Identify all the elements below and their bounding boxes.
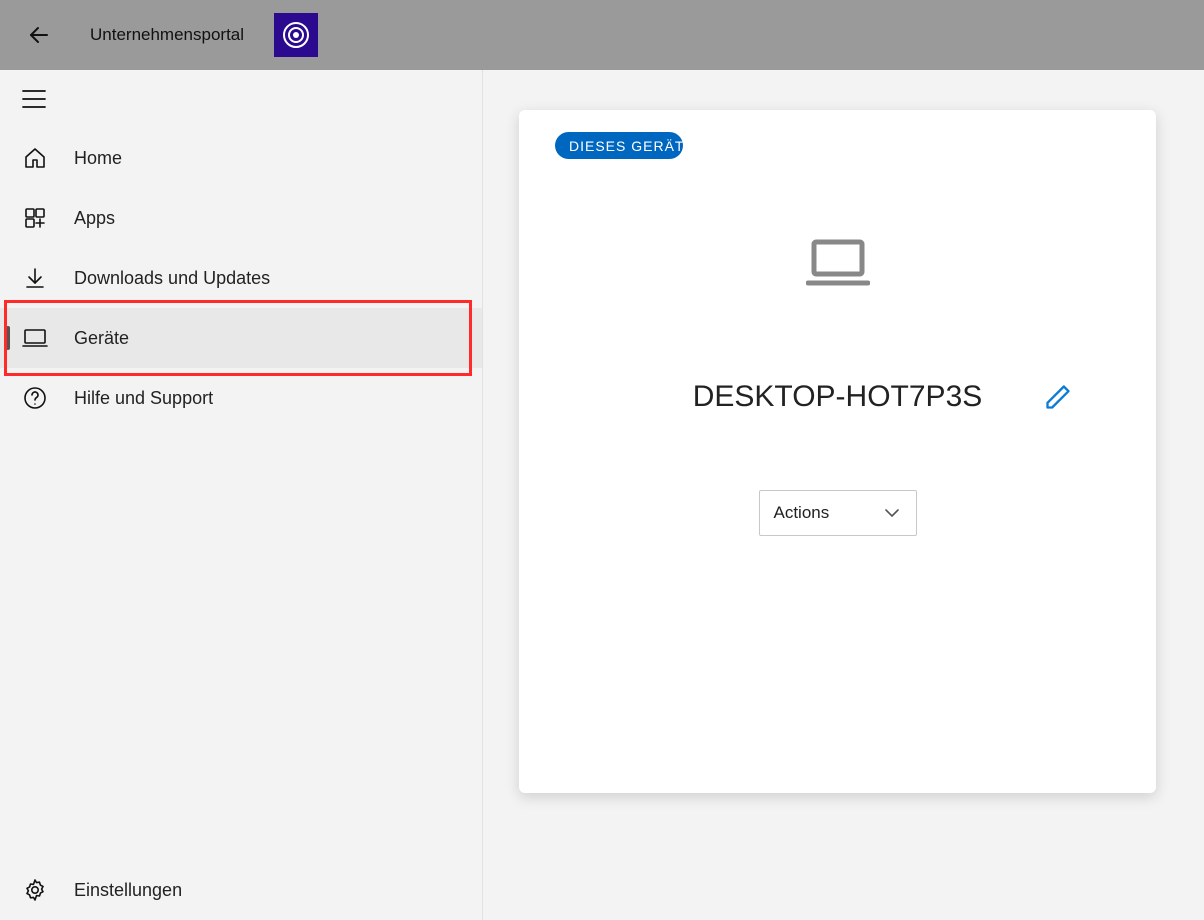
this-device-badge: DIESES GERÄT	[555, 132, 683, 159]
swirl-icon	[280, 19, 312, 51]
sidebar-item-help[interactable]: Hilfe und Support	[0, 368, 482, 428]
device-large-icon	[806, 238, 870, 288]
back-button[interactable]	[24, 20, 54, 50]
download-icon	[22, 265, 48, 291]
pencil-icon	[1044, 383, 1072, 411]
chevron-down-icon	[884, 508, 900, 518]
back-arrow-icon	[27, 23, 51, 47]
help-icon	[22, 385, 48, 411]
device-name: DESKTOP-HOT7P3S	[693, 380, 983, 414]
sidebar-item-label: Home	[74, 148, 122, 169]
hamburger-icon	[22, 90, 46, 108]
titlebar: Unternehmensportal	[0, 0, 1204, 70]
sidebar-item-apps[interactable]: Apps	[0, 188, 482, 248]
sidebar-item-label: Downloads und Updates	[74, 268, 270, 289]
sidebar-item-downloads[interactable]: Downloads und Updates	[0, 248, 482, 308]
main-content: DIESES GERÄT DESKTOP-HOT7P3S Actions	[483, 70, 1204, 920]
app-logo	[274, 13, 318, 57]
sidebar-item-settings[interactable]: Einstellungen	[0, 860, 482, 920]
sidebar-item-home[interactable]: Home	[0, 128, 482, 188]
hamburger-menu[interactable]	[0, 70, 482, 128]
sidebar-item-label: Hilfe und Support	[74, 388, 213, 409]
sidebar-item-devices[interactable]: Geräte	[0, 308, 482, 368]
device-icon	[22, 325, 48, 351]
device-card: DIESES GERÄT DESKTOP-HOT7P3S Actions	[519, 110, 1156, 793]
sidebar: Home Apps Downloads und Updates Geräte	[0, 70, 483, 920]
actions-label: Actions	[774, 503, 830, 523]
edit-device-name-button[interactable]	[1044, 383, 1072, 411]
sidebar-item-label: Apps	[74, 208, 115, 229]
sidebar-item-label: Einstellungen	[74, 880, 182, 901]
actions-dropdown[interactable]: Actions	[759, 490, 917, 536]
app-title: Unternehmensportal	[90, 25, 244, 45]
apps-icon	[22, 205, 48, 231]
home-icon	[22, 145, 48, 171]
sidebar-item-label: Geräte	[74, 328, 129, 349]
gear-icon	[22, 877, 48, 903]
